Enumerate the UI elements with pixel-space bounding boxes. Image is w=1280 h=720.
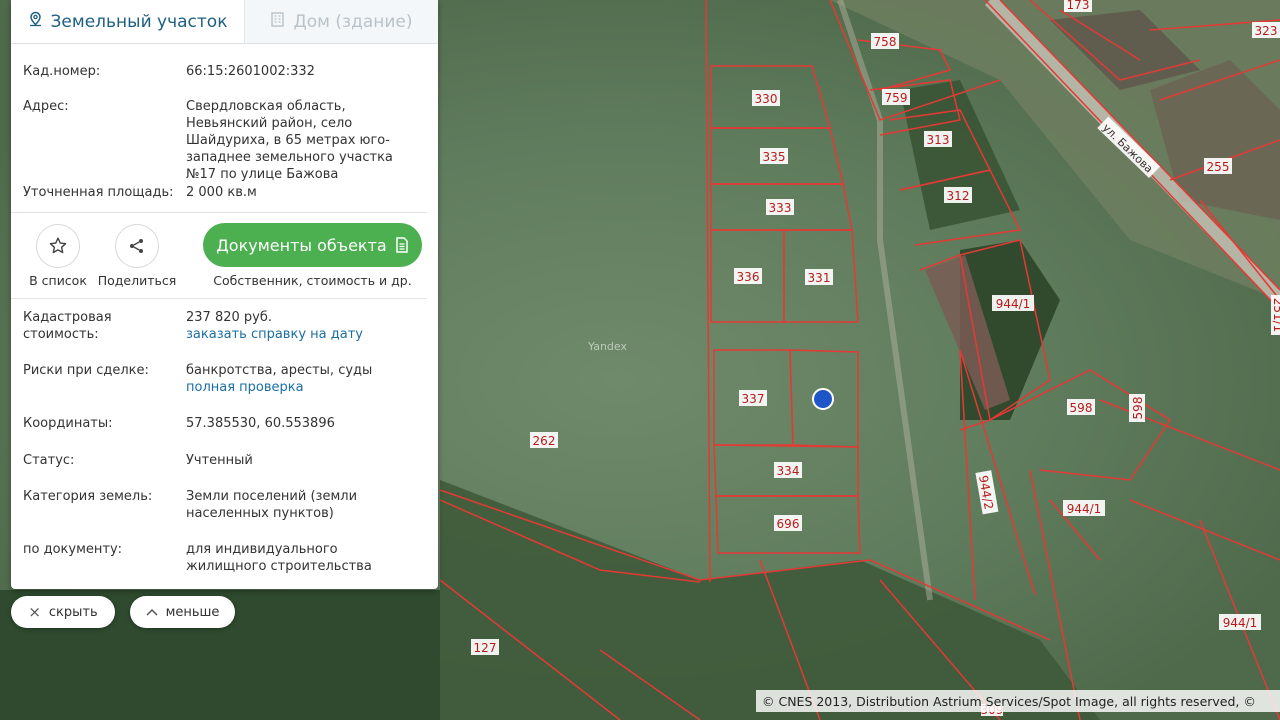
divider: [11, 298, 427, 299]
documents-subtitle: Собственник, стоимость и др.: [213, 273, 412, 288]
coordinates-row: Координаты: 57.385530, 60.553896: [11, 415, 438, 432]
plot-label-944-1-c: 944/1: [1223, 616, 1258, 630]
address-row: Адрес: Свердловская область, Невьянский …: [11, 98, 438, 182]
documents-button-label: Документы объекта: [216, 235, 387, 255]
order-certificate-link[interactable]: заказать справку на дату: [186, 326, 426, 343]
plot-label-330: 330: [755, 92, 778, 106]
add-to-list-button[interactable]: [36, 224, 80, 268]
land-category-value: Земли поселений (земли населенных пункто…: [186, 489, 358, 521]
area-value: 2 000 кв.м: [186, 185, 257, 200]
by-document-label: по документу:: [23, 542, 123, 557]
land-category-label: Категория земель:: [23, 489, 153, 504]
close-icon: ×: [28, 603, 41, 621]
tab-land-plot-label: Земельный участок: [50, 11, 228, 32]
by-document-row: по документу: для индивидуального жилищн…: [11, 541, 438, 575]
plot-label-333: 333: [769, 201, 792, 215]
cadastral-cost-value: 237 820 руб.: [186, 310, 272, 325]
plot-label-758: 758: [874, 35, 897, 49]
share-button[interactable]: [115, 224, 159, 268]
building-icon: [270, 11, 285, 32]
full-check-link[interactable]: полная проверка: [186, 379, 426, 396]
share-icon: [130, 239, 143, 253]
plot-label-313: 313: [927, 133, 950, 147]
plot-label-335: 335: [763, 150, 786, 164]
selected-plot-marker: [812, 388, 834, 410]
status-row: Статус: Учтенный: [11, 452, 438, 469]
plot-label-331: 331: [808, 271, 831, 285]
tab-land-plot[interactable]: Земельный участок: [11, 0, 244, 43]
plot-label-251-1: 251/1: [1271, 298, 1280, 333]
tab-building[interactable]: Дом (здание): [244, 0, 438, 43]
cad-number-link[interactable]: 66:15:2601002:332: [186, 63, 426, 80]
hide-panel-label: скрыть: [48, 604, 98, 620]
by-document-value: для индивидуального жилищного строительс…: [186, 542, 372, 574]
map-copyright: © CNES 2013, Distribution Astrium Servic…: [756, 690, 1280, 712]
plot-label-255: 255: [1207, 160, 1230, 174]
plot-label-759: 759: [885, 91, 908, 105]
plot-label-944-2: 944/2: [976, 474, 996, 510]
risks-value: банкротства, аресты, суды: [186, 363, 373, 378]
plot-label-312: 312: [947, 189, 970, 203]
plot-label-337: 337: [742, 392, 765, 406]
land-category-row: Категория земель: Земли поселений (земли…: [11, 488, 438, 522]
status-value: Учтенный: [186, 453, 253, 468]
cadastral-cost-label: Кадастровая стоимость:: [23, 310, 112, 342]
plot-label-944-1: 944/1: [996, 297, 1031, 311]
collapse-panel-button[interactable]: меньше: [130, 596, 235, 628]
info-panel: Земельный участок Дом (здание) Кад.номер…: [11, 0, 438, 589]
cadastral-cost-value-block: 237 820 руб. заказать справку на дату: [186, 309, 426, 343]
chevron-up-icon: [146, 608, 158, 616]
cad-number-row: Кад.номер: 66:15:2601002:332: [11, 63, 438, 80]
object-documents-button[interactable]: Документы объекта: [203, 223, 422, 267]
document-icon: [395, 237, 408, 253]
status-label: Статус:: [23, 453, 75, 468]
plot-label-323: 323: [1255, 24, 1278, 38]
tab-building-label: Дом (здание): [293, 11, 413, 32]
area-label: Уточненная площадь:: [23, 185, 174, 200]
risks-value-block: банкротства, аресты, суды полная проверк…: [186, 362, 426, 396]
risks-label: Риски при сделке:: [23, 363, 149, 378]
collapse-panel-label: меньше: [165, 604, 220, 620]
coordinates-value: 57.385530, 60.553896: [186, 416, 335, 431]
plot-label-696: 696: [777, 517, 800, 531]
panel-tabs: Земельный участок Дом (здание): [11, 0, 438, 44]
plot-label-262: 262: [533, 434, 556, 448]
address-label: Адрес:: [23, 99, 69, 114]
plot-label-127: 127: [474, 641, 497, 655]
add-to-list-label: В список: [29, 273, 87, 288]
plot-label-334: 334: [777, 464, 800, 478]
coordinates-label: Координаты:: [23, 416, 113, 431]
address-value: Свердловская область, Невьянский район, …: [186, 99, 393, 182]
star-icon: [49, 237, 67, 254]
plot-label-336: 336: [737, 270, 760, 284]
plot-label-598-b: 598: [1131, 397, 1145, 420]
area-row: Уточненная площадь: 2 000 кв.м: [11, 184, 438, 201]
hide-panel-button[interactable]: × скрыть: [11, 596, 115, 628]
plot-label-173: 173: [1067, 0, 1090, 12]
actions-bar: В список Поделиться Документы объекта Со…: [11, 213, 438, 298]
cadastral-cost-row: Кадастровая стоимость: 237 820 руб. зака…: [11, 309, 438, 343]
share-label: Поделиться: [97, 273, 177, 288]
cad-number-label: Кад.номер:: [23, 64, 101, 79]
yandex-watermark: Yandex: [588, 340, 627, 353]
map-pin-icon: [28, 11, 43, 32]
risks-row: Риски при сделке: банкротства, аресты, с…: [11, 362, 438, 396]
plot-label-598: 598: [1070, 401, 1093, 415]
plot-label-944-1-b: 944/1: [1067, 502, 1102, 516]
